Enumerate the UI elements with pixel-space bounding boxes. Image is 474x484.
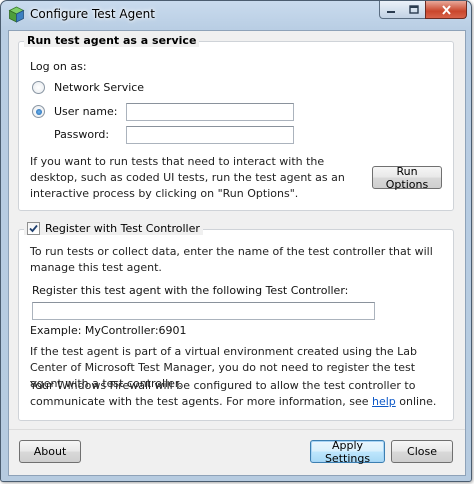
network-service-radio[interactable] — [32, 81, 45, 94]
configure-test-agent-window: Configure Test Agent Run test agent as a… — [0, 0, 472, 482]
maximize-button[interactable] — [402, 1, 426, 19]
test-agent-icon — [8, 6, 25, 23]
close-icon — [441, 4, 451, 15]
close-window-button[interactable] — [425, 1, 467, 19]
minimize-icon — [387, 10, 395, 13]
apply-settings-button[interactable]: Apply Settings — [310, 439, 385, 465]
interactive-process-text: If you want to run tests that need to in… — [30, 155, 345, 200]
firewall-text: Your Windows Firewall will be configured… — [30, 379, 437, 408]
user-name-radio[interactable] — [32, 105, 45, 118]
register-controller-header: Register with Test Controller — [24, 222, 203, 235]
about-button[interactable]: About — [19, 440, 81, 463]
controller-example-text: Example: MyController:6901 — [30, 324, 187, 337]
controller-group: Register with Test Controller To run tes… — [18, 222, 454, 421]
footer-divider — [9, 429, 465, 430]
controller-intro-text: To run tests or collect data, enter the … — [30, 245, 433, 274]
close-button[interactable]: Close — [391, 440, 453, 463]
dialog-body: Run test agent as a service Log on as: N… — [8, 30, 466, 476]
checkmark-icon — [29, 224, 38, 233]
service-group: Run test agent as a service Log on as: N… — [18, 34, 454, 211]
register-checkbox[interactable] — [27, 222, 40, 235]
service-group-title: Run test agent as a service — [24, 34, 200, 47]
help-link[interactable]: help — [372, 395, 396, 408]
user-name-input[interactable] — [126, 103, 294, 121]
password-input[interactable] — [126, 126, 294, 144]
log-on-as-label: Log on as: — [30, 60, 87, 73]
run-options-button[interactable]: Run Options — [372, 165, 442, 191]
minimize-button[interactable] — [379, 1, 403, 19]
test-controller-input[interactable] — [32, 302, 375, 320]
user-name-label[interactable]: User name: — [54, 105, 117, 118]
password-label: Password: — [54, 128, 110, 141]
window-title: Configure Test Agent — [30, 7, 155, 21]
title-bar[interactable]: Configure Test Agent — [1, 1, 471, 29]
maximize-icon — [408, 5, 419, 14]
network-service-label[interactable]: Network Service — [54, 81, 144, 94]
controller-field-label: Register this test agent with the follow… — [32, 284, 349, 297]
register-label[interactable]: Register with Test Controller — [45, 222, 200, 235]
